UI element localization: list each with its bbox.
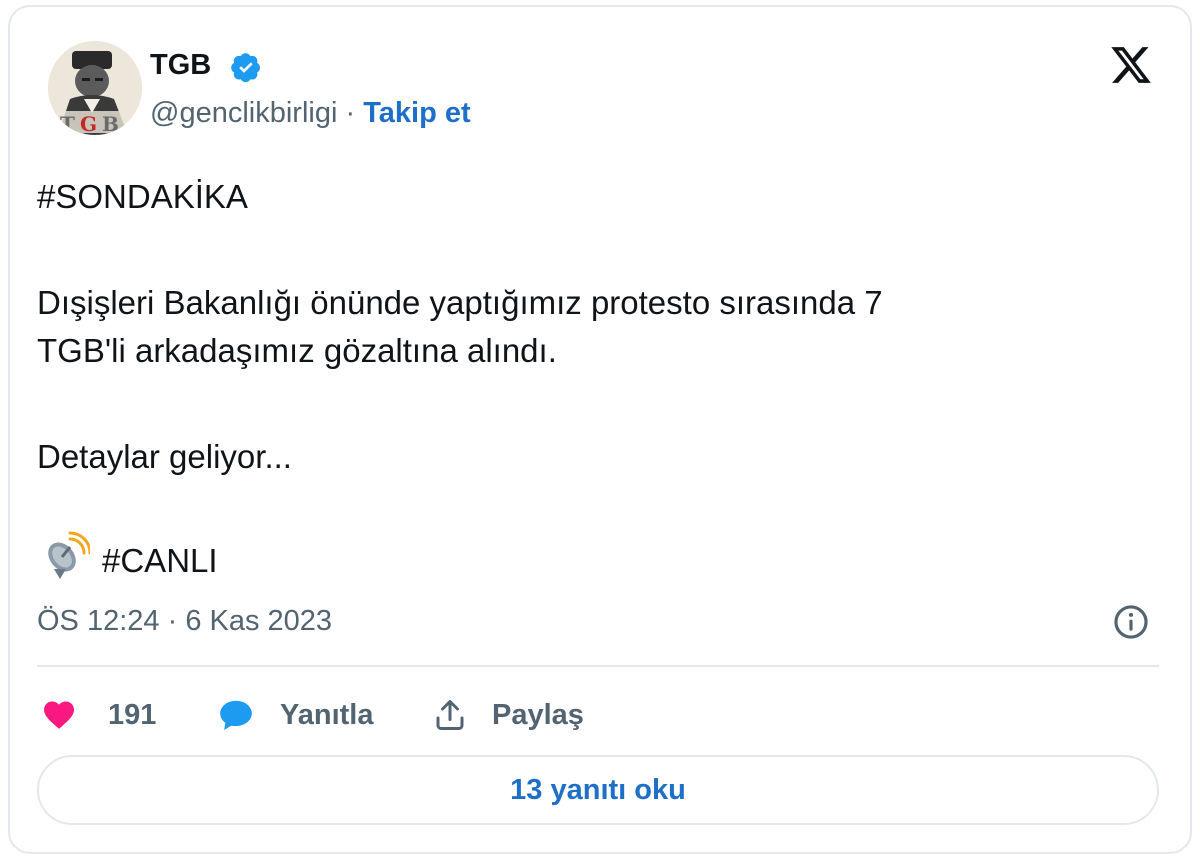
share-icon bbox=[436, 700, 464, 730]
like-count: 191 bbox=[108, 698, 157, 731]
avatar-image: T G B bbox=[48, 41, 142, 135]
follow-button[interactable]: Takip et bbox=[363, 97, 470, 129]
verified-badge-icon bbox=[231, 53, 260, 83]
author-handle[interactable]: @genclikbirligi bbox=[150, 97, 337, 129]
svg-text:T: T bbox=[60, 112, 75, 135]
author-name[interactable]: TGB bbox=[150, 49, 211, 82]
separator-dot: · bbox=[167, 605, 178, 637]
x-logo-icon[interactable] bbox=[1108, 43, 1154, 87]
read-replies-button[interactable]: 13 yanıtı oku bbox=[37, 755, 1159, 825]
svg-text:B: B bbox=[102, 112, 119, 135]
handle-row: @genclikbirligi · Takip et bbox=[150, 97, 471, 130]
share-label: Paylaş bbox=[492, 698, 584, 731]
read-replies-label: 13 yanıtı oku bbox=[510, 773, 686, 806]
reply-button[interactable]: Yanıtla bbox=[216, 695, 374, 735]
tweet-text-line-2: TGB'li arkadaşımız gözaltına alındı. bbox=[37, 332, 557, 369]
info-icon[interactable] bbox=[1112, 603, 1150, 641]
separator-dot: · bbox=[345, 97, 356, 129]
tweet-date: 6 Kas 2023 bbox=[185, 605, 333, 637]
divider bbox=[37, 665, 1159, 667]
hashtag-sondakika[interactable]: #SONDAKİKA bbox=[37, 173, 248, 220]
speech-bubble-icon bbox=[220, 700, 252, 731]
like-button[interactable]: 191 bbox=[40, 695, 156, 735]
tweet-text-line-3: Detaylar geliyor... bbox=[37, 438, 292, 475]
heart-icon bbox=[44, 701, 74, 729]
tweet-time: ÖS 12:24 bbox=[37, 605, 160, 637]
timestamp-row[interactable]: ÖS 12:24 · 6 Kas 2023 bbox=[37, 605, 332, 638]
hashtag-canli[interactable]: #CANLI bbox=[102, 537, 218, 584]
svg-text:G: G bbox=[80, 112, 97, 135]
share-button[interactable]: Paylaş bbox=[432, 695, 584, 735]
tweet-card: T G B TGB @genclikbirligi · Takip et #SO… bbox=[8, 5, 1192, 854]
satellite-antenna-icon bbox=[48, 531, 90, 579]
reply-label: Yanıtla bbox=[280, 698, 374, 731]
tweet-text-line-1: Dışişleri Bakanlığı önünde yaptığımız pr… bbox=[37, 284, 883, 321]
avatar[interactable]: T G B bbox=[48, 41, 142, 135]
